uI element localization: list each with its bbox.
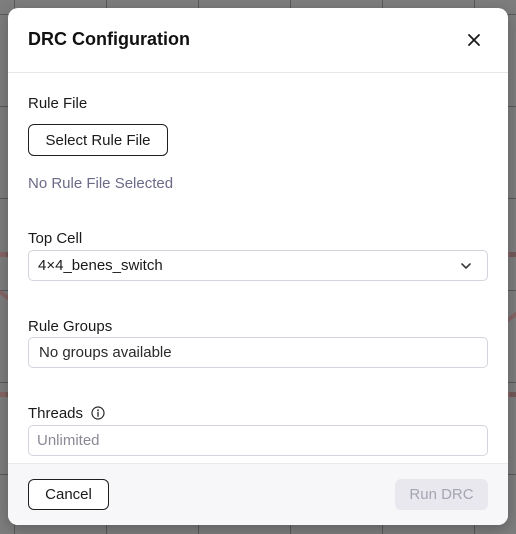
top-cell-label: Top Cell [28,230,83,247]
info-icon[interactable] [91,406,105,420]
dialog-title: DRC Configuration [28,29,190,49]
dialog-header: DRC Configuration [8,8,508,73]
dialog-footer: Cancel Run DRC [8,463,508,525]
top-cell-selected-value: 4×4_benes_switch [38,257,163,274]
select-rule-file-button[interactable]: Select Rule File [28,124,168,156]
close-button[interactable] [462,28,486,52]
close-icon [468,34,480,46]
rule-groups-select[interactable]: No groups available [28,337,488,368]
rule-groups-label: Rule Groups [28,318,113,335]
cancel-button[interactable]: Cancel [28,479,109,510]
rule-file-status: No Rule File Selected [28,175,174,192]
chevron-down-icon [461,263,471,269]
threads-label: Threads [28,405,84,422]
rule-file-label: Rule File [28,95,88,112]
top-cell-select[interactable]: 4×4_benes_switch [28,250,488,281]
run-drc-button[interactable]: Run DRC [395,479,488,510]
dialog-body: Rule File Select Rule File No Rule File … [8,73,508,462]
threads-input[interactable] [28,425,488,456]
rule-groups-value: No groups available [39,344,172,361]
drc-configuration-dialog: DRC Configuration Rule File Select Rule … [8,8,508,525]
